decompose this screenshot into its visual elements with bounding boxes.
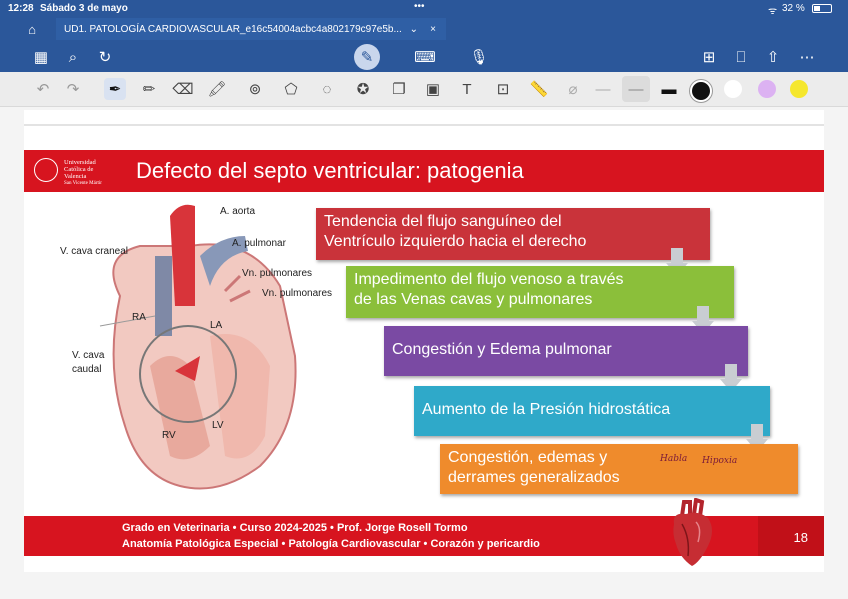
lasso-icon[interactable]: ◌ bbox=[316, 78, 338, 100]
page-number: 18 bbox=[793, 530, 808, 545]
share-icon[interactable]: ⇧ bbox=[762, 46, 784, 68]
label-cava-caudal-1: V. cava bbox=[72, 350, 105, 361]
flow-text: derrames generalizados bbox=[448, 469, 620, 486]
flow-box-1: Tendencia del flujo sanguíneo del Ventrí… bbox=[316, 208, 710, 260]
text-icon[interactable]: T bbox=[456, 78, 478, 100]
pen-icon[interactable]: ✒ bbox=[104, 78, 126, 100]
flow-text: de las Venas cavas y pulmonares bbox=[354, 291, 593, 308]
pencil-icon[interactable]: ✏ bbox=[138, 78, 160, 100]
home-icon[interactable]: ⌂ bbox=[22, 19, 42, 39]
copy-icon[interactable]: ❐ bbox=[388, 78, 410, 100]
flow-box-3: Congestión y Edema pulmonar bbox=[384, 326, 748, 376]
label-aorta: A. aorta bbox=[220, 206, 256, 217]
logo-line: Universidad bbox=[64, 159, 96, 166]
cava-vessel bbox=[155, 256, 172, 336]
tab-bar: ⌂ UD1. PATOLOGÍA CARDIOVASCULAR_e16c5400… bbox=[0, 18, 848, 40]
flow-text: Tendencia del flujo sanguíneo del bbox=[324, 213, 562, 230]
highlighter-icon[interactable]: 🖍 bbox=[206, 78, 228, 100]
flow-box-2: Impedimento del flujo venoso a través de… bbox=[346, 266, 734, 318]
keyboard-icon[interactable]: ⌨ bbox=[414, 46, 436, 68]
footer-line-2: Anatomía Patológica Especial • Patología… bbox=[122, 538, 540, 550]
handwritten-note-2: Hipoxia bbox=[702, 456, 738, 466]
label-la: LA bbox=[210, 320, 223, 331]
label-pulmonar: A. pulmonar bbox=[232, 238, 286, 249]
eraser-icon[interactable]: ⌫ bbox=[172, 78, 194, 100]
status-date: Sábado 3 de mayo bbox=[40, 3, 128, 14]
undo-icon[interactable]: ↶ bbox=[32, 78, 54, 100]
flow-box-4: Aumento de la Presión hidrostática bbox=[414, 386, 770, 436]
flow-text: Impedimento del flujo venoso a través bbox=[354, 271, 624, 288]
add-page-icon[interactable]: ⊞ bbox=[698, 46, 720, 68]
image-icon[interactable]: ▣ bbox=[422, 78, 444, 100]
microphone-icon[interactable]: 🎙 bbox=[468, 46, 490, 68]
command-bar: ▦ ⌕ ↻ ✎ ⌨ 🎙 ⊞ ⎕ ⇧ ⋯ bbox=[0, 40, 848, 72]
photo-icon[interactable]: ⊡ bbox=[492, 78, 514, 100]
handwritten-note-1: Habla bbox=[660, 454, 688, 464]
slide-title: Defecto del septo ventricular: patogenia bbox=[136, 158, 524, 183]
status-bar: 12:28 Sábado 3 de mayo ••• ᯤ 32 % bbox=[0, 0, 848, 18]
search-icon[interactable]: ⌕ bbox=[62, 46, 84, 68]
heart-image-icon bbox=[673, 498, 712, 566]
flow-text: Ventrículo izquierdo hacia el derecho bbox=[324, 233, 587, 250]
logo-line: Católica de bbox=[64, 166, 94, 173]
label-cava-craneal: V. cava craneal bbox=[60, 246, 129, 257]
drawing-toolbar: ↶ ↷ ✒ ✏ ⌫ 🖍 ⊚ ⬠ ◌ ✪ ❐ ▣ T ⊡ 📏 ⌀ — — ▬ bbox=[0, 72, 848, 107]
grid-icon[interactable]: ▦ bbox=[30, 46, 52, 68]
pen-mode-icon[interactable]: ✎ bbox=[354, 44, 380, 70]
thick-line-icon[interactable]: ▬ bbox=[658, 78, 680, 100]
battery-icon bbox=[812, 4, 832, 13]
label-cava-caudal-2: caudal bbox=[72, 364, 102, 375]
yellow-color[interactable] bbox=[790, 80, 808, 98]
slide-header: Universidad Católica de Valencia San Vic… bbox=[24, 150, 824, 192]
status-battery: 32 % bbox=[782, 3, 805, 14]
logo-line: Valencia bbox=[64, 173, 87, 180]
wifi-icon: ᯤ bbox=[768, 6, 778, 17]
white-color[interactable] bbox=[724, 80, 742, 98]
ruler-icon[interactable]: 📏 bbox=[528, 78, 550, 100]
page-separator bbox=[24, 124, 824, 126]
label-ra: RA bbox=[132, 312, 146, 323]
label-vn-pulmonares-2: Vn. pulmonares bbox=[262, 288, 333, 299]
redo-icon[interactable]: ↷ bbox=[62, 78, 84, 100]
thin-line-icon[interactable]: — bbox=[592, 78, 614, 100]
tab-title: UD1. PATOLOGÍA CARDIOVASCULAR_e16c54004a… bbox=[64, 23, 402, 35]
page-number-box bbox=[758, 516, 824, 556]
sync-icon[interactable]: ↻ bbox=[94, 46, 116, 68]
label-vn-pulmonares-1: Vn. pulmonares bbox=[242, 268, 313, 279]
paint-icon[interactable]: ⌀ bbox=[562, 78, 584, 100]
status-dots: ••• bbox=[414, 1, 425, 12]
chevron-down-icon[interactable]: ⌄ bbox=[410, 24, 418, 35]
black-color[interactable] bbox=[690, 80, 712, 102]
more-icon[interactable]: ⋯ bbox=[796, 46, 818, 68]
flow-text: Congestión, edemas y bbox=[448, 449, 608, 466]
logo-line: San Vicente Mártir bbox=[64, 181, 102, 186]
footer-line-1: Grado en Veterinaria • Curso 2024-2025 •… bbox=[122, 522, 468, 534]
label-rv: RV bbox=[162, 430, 176, 441]
flow-text: Aumento de la Presión hidrostática bbox=[422, 401, 671, 418]
medium-line-icon[interactable]: — bbox=[622, 76, 650, 102]
bookmark-icon[interactable]: ⎕ bbox=[730, 46, 752, 68]
lilac-color[interactable] bbox=[758, 80, 776, 98]
status-time: 12:28 bbox=[8, 3, 34, 14]
tab-document[interactable]: UD1. PATOLOGÍA CARDIOVASCULAR_e16c54004a… bbox=[56, 18, 446, 40]
close-icon[interactable]: × bbox=[430, 24, 436, 35]
flow-text: Congestión y Edema pulmonar bbox=[392, 341, 612, 358]
shape-icon[interactable]: ⬠ bbox=[280, 78, 302, 100]
flow-box-5: Congestión, edemas y derrames generaliza… bbox=[440, 444, 798, 494]
university-logo: Universidad Católica de Valencia San Vic… bbox=[34, 156, 134, 186]
zoom-pen-icon[interactable]: ⊚ bbox=[244, 78, 266, 100]
sticker-icon[interactable]: ✪ bbox=[352, 78, 374, 100]
logo-seal-icon bbox=[34, 158, 58, 182]
label-lv: LV bbox=[212, 420, 224, 431]
